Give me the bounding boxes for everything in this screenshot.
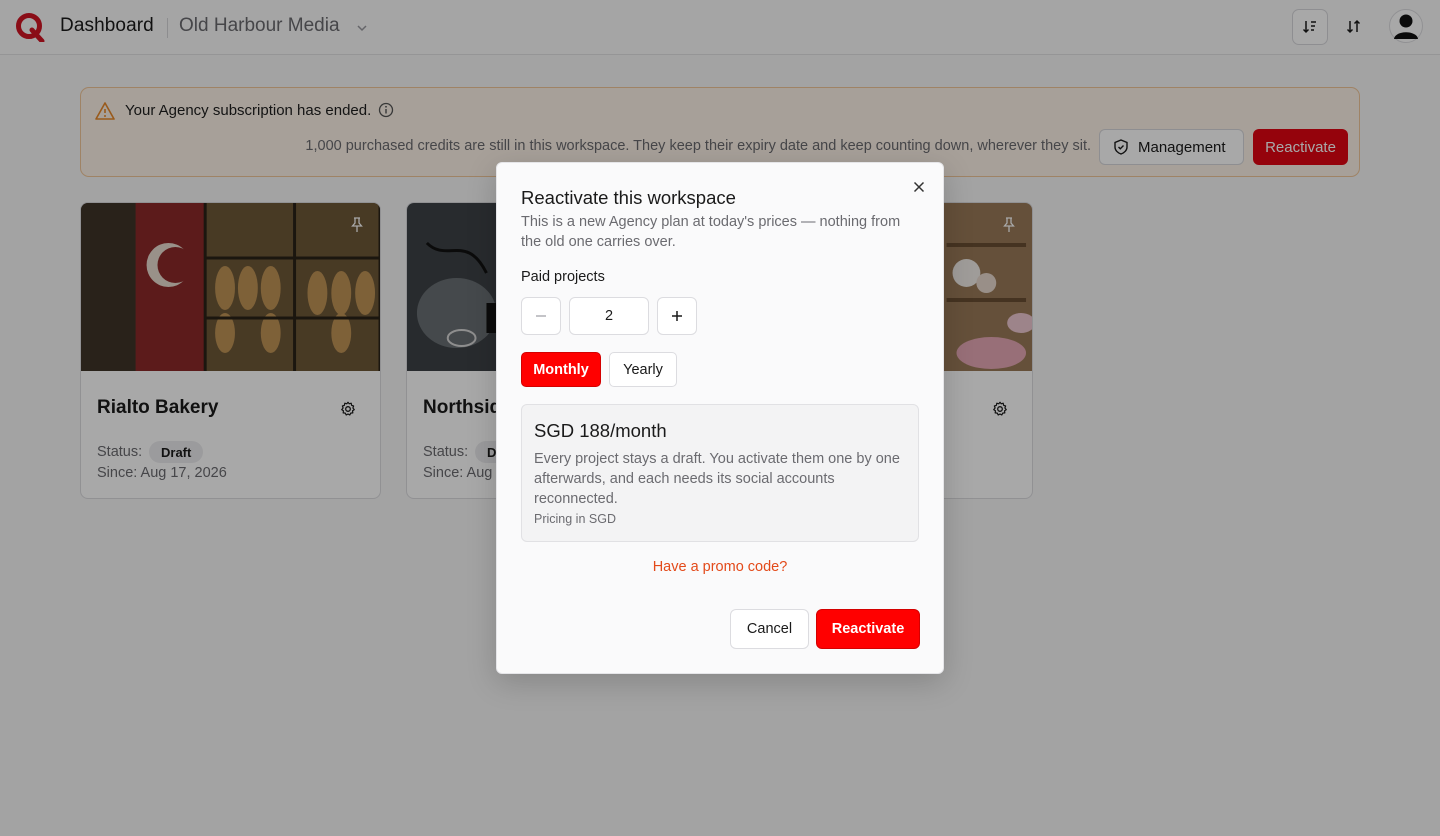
currency-note: Pricing in SGD <box>534 512 616 526</box>
reactivate-button[interactable]: Reactivate <box>816 609 920 649</box>
plus-icon <box>672 311 682 321</box>
increment-button[interactable] <box>657 297 697 335</box>
price-description: Every project stays a draft. You activat… <box>534 451 900 507</box>
reactivate-dialog: Reactivate this workspace This is a new … <box>496 162 944 674</box>
dialog-description: This is a new Agency plan at today's pri… <box>521 214 901 250</box>
quantity-stepper[interactable] <box>569 297 649 335</box>
promo-code-link[interactable]: Have a promo code? <box>497 559 943 575</box>
billing-yearly-toggle[interactable]: Yearly <box>609 352 677 387</box>
billing-monthly-toggle[interactable]: Monthly <box>521 352 601 387</box>
paid-projects-label: Paid projects <box>521 269 605 285</box>
minus-icon <box>536 315 546 317</box>
cancel-button[interactable]: Cancel <box>730 609 809 649</box>
price-summary: SGD 188/month Every project stays a draf… <box>521 404 919 542</box>
price-amount: SGD 188/month <box>534 420 667 441</box>
close-icon[interactable] <box>911 179 927 195</box>
dialog-title: Reactivate this workspace <box>521 187 736 208</box>
decrement-button[interactable] <box>521 297 561 335</box>
